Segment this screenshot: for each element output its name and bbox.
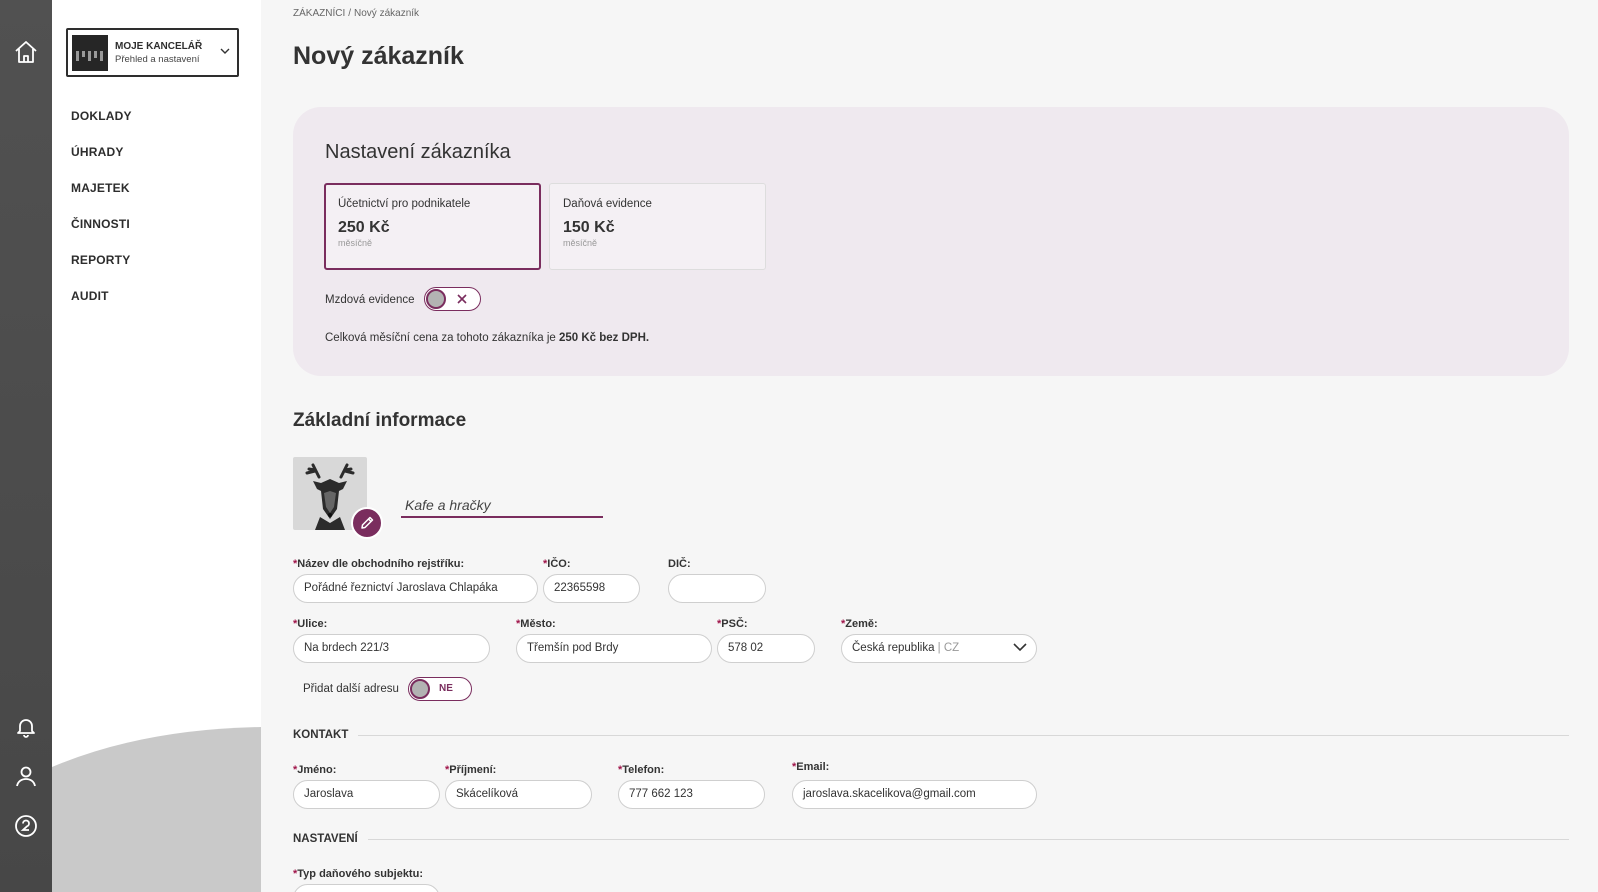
settings-section-divider: NASTAVENÍ [293,833,1569,845]
edit-avatar-button[interactable] [351,507,383,539]
office-thumbnail [72,34,108,71]
contact-title: KONTAKT [293,729,349,741]
last-name-field: *Příjmení: Skácelíková [445,764,592,809]
country-field: *Země: Česká republika | CZ [841,618,1037,663]
dic-label: DIČ: [668,558,691,570]
decorative-curve [52,727,261,892]
home-icon[interactable] [12,38,40,66]
side-navigation: MOJE KANCELÁŘ Přehled a nastavení DOKLAD… [52,0,261,892]
phone-field: *Telefon: 777 662 123 [618,764,765,809]
street-field: *Ulice: Na brdech 221/3 [293,618,490,663]
office-subtitle: Přehled a nastavení [115,53,200,65]
chevron-down-icon [220,48,230,54]
dic-input[interactable] [668,574,766,603]
pencil-icon [361,516,374,529]
ico-field: *IČO: 22365598 [543,558,640,603]
toggle-knob [410,679,430,699]
ico-label: *IČO: [543,558,571,570]
phone-label: *Telefon: [618,764,665,776]
main-content: ZÁKAZNÍCI / Nový zákazník Nový zákazník Na… [261,0,1598,892]
company-name-input[interactable]: Pořádné řeznictví Jaroslava Chlapáka [293,574,538,603]
breadcrumb: ZÁKAZNÍCI / Nový zákazník [293,8,419,19]
page-title: Nový zákazník [293,42,464,70]
country-label: *Země: [841,618,878,630]
city-field: *Město: Třemšín pod Brdy [516,618,712,663]
bell-icon[interactable] [12,713,40,741]
add-address-toggle[interactable]: NE [408,677,472,701]
country-code: | CZ [937,642,960,654]
first-name-label: *Jméno: [293,764,337,776]
plan-price: 150 Kč [563,219,615,236]
icon-rail [0,0,52,892]
tax-type-select[interactable] [293,884,440,892]
plan-tax-records[interactable]: Daňová evidence 150 Kč měsíčně [549,183,766,270]
country-select[interactable]: Česká republika | CZ [841,634,1037,663]
tax-type-label: *Typ daňového subjektu: [293,868,423,880]
total-value: 250 Kč bez DPH. [558,332,650,344]
chevron-down-icon [1013,643,1027,652]
phone-input[interactable]: 777 662 123 [618,780,765,809]
nav-item-uhrady[interactable]: ÚHRADY [71,146,132,182]
zip-input[interactable]: 578 02 [717,634,815,663]
toggle-knob [426,289,446,309]
email-field: *Email: jaroslava.skacelikova@gmail.com [792,761,1037,809]
company-name-field: *Název dle obchodního rejstříku: Pořádné… [293,558,538,603]
breadcrumb-separator: / [348,8,352,19]
add-address-label: Přidat další adresu [303,683,399,695]
plan-accounting[interactable]: Účetnictví pro podnikatele 250 Kč měsíčn… [324,183,541,270]
last-name-input[interactable]: Skácelíková [445,780,592,809]
nav-item-doklady[interactable]: DOKLADY [71,110,132,146]
company-name-label: *Název dle obchodního rejstříku: [293,558,465,570]
basic-info-title: Základní informace [293,410,467,431]
help-icon[interactable] [12,812,40,840]
breadcrumb-current: Nový zákazník [354,8,420,19]
total-prefix: Celková měsíční cena za tohoto zákazníka… [325,332,559,344]
contact-section-divider: KONTAKT [293,729,1569,741]
email-input[interactable]: jaroslava.skacelikova@gmail.com [792,780,1037,809]
plan-period: měsíčně [338,238,373,248]
breadcrumb-parent[interactable]: ZÁKAZNÍCI [293,8,345,19]
payroll-toggle[interactable] [424,287,481,311]
last-name-label: *Příjmení: [445,764,497,776]
customer-nickname-input[interactable] [401,493,603,518]
zip-label: *PSČ: [717,618,748,630]
first-name-field: *Jméno: Jaroslava [293,764,440,809]
zip-field: *PSČ: 578 02 [717,618,815,663]
city-input[interactable]: Třemšín pod Brdy [516,634,712,663]
nav-item-cinnosti[interactable]: ČINNOSTI [71,218,132,254]
plan-name: Účetnictví pro podnikatele [338,198,471,210]
street-input[interactable]: Na brdech 221/3 [293,634,490,663]
plan-name: Daňová evidence [563,198,652,210]
plan-price: 250 Kč [338,219,390,236]
ico-input[interactable]: 22365598 [543,574,640,603]
customer-settings-card: Nastavení zákazníka Účetnictví pro podni… [293,107,1569,376]
settings-section-title: NASTAVENÍ [293,833,358,845]
nav-item-majetek[interactable]: MAJETEK [71,182,132,218]
city-label: *Město: [516,618,556,630]
toggle-value: NE [439,683,453,694]
nav-item-reporty[interactable]: REPORTY [71,254,132,290]
street-label: *Ulice: [293,618,328,630]
email-label: *Email: [792,761,830,773]
nav-menu: DOKLADY ÚHRADY MAJETEK ČINNOSTI REPORTY … [71,110,132,326]
dic-field: DIČ: [668,558,766,603]
nav-item-audit[interactable]: AUDIT [71,290,132,326]
country-value: Česká republika [852,642,935,654]
plan-period: měsíčně [563,238,598,248]
first-name-input[interactable]: Jaroslava [293,780,440,809]
office-name: MOJE KANCELÁŘ [115,40,203,52]
user-icon[interactable] [12,762,40,790]
office-switcher[interactable]: MOJE KANCELÁŘ Přehled a nastavení [66,28,239,77]
settings-title: Nastavení zákazníka [325,141,511,163]
payroll-label: Mzdová evidence [325,294,415,306]
total-price-text: Celková měsíční cena za tohoto zákazníka… [325,332,649,344]
tax-type-field: *Typ daňového subjektu: [293,868,440,892]
close-icon [457,294,467,304]
